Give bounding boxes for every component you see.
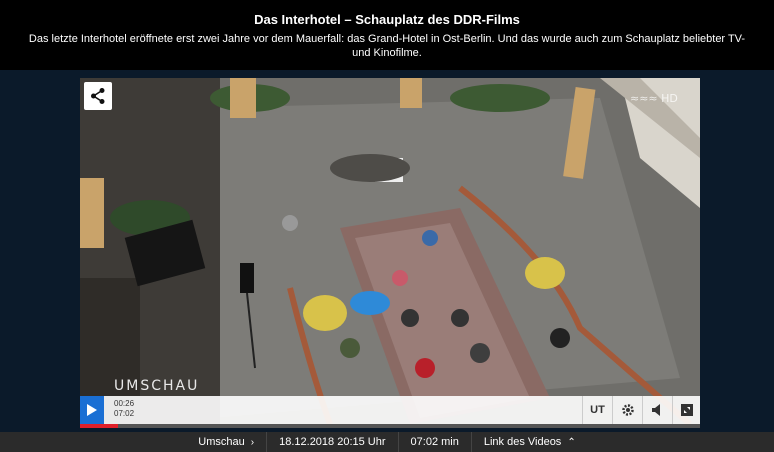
logo-mark: ≈≈≈ (630, 92, 662, 105)
video-link-label: Link des Videos (483, 436, 562, 448)
gear-icon (621, 404, 634, 416)
settings-button[interactable] (612, 396, 642, 424)
broadcast-date: 18.12.2018 20:15 Uhr (266, 432, 397, 452)
program-name: Umschau (198, 436, 245, 448)
chevron-right-icon: › (250, 437, 255, 448)
progress-bar[interactable] (80, 424, 700, 428)
video-description: Das letzte Interhotel eröffnete erst zwe… (28, 33, 746, 59)
video-link-toggle[interactable]: Link des Videos ⌃ (470, 432, 588, 452)
video-title: Das Interhotel – Schauplatz des DDR-Film… (254, 12, 520, 27)
volume-icon (651, 404, 660, 416)
program-link[interactable]: Umschau › (186, 432, 266, 452)
player-controls: 00:26 07:02 UT (80, 396, 700, 424)
fullscreen-button[interactable] (672, 396, 700, 424)
subtitle-label: UT (590, 404, 605, 416)
progress-fill (80, 424, 119, 428)
duration: 07:02 (114, 409, 135, 418)
volume-button[interactable] (642, 396, 672, 424)
hd-badge: HD (661, 92, 678, 105)
video-header: Das Interhotel – Schauplatz des DDR-Film… (0, 0, 774, 70)
time-display: 00:26 07:02 (114, 399, 134, 419)
current-time: 00:26 (114, 399, 135, 408)
video-length: 07:02 min (397, 432, 471, 452)
fullscreen-icon (680, 404, 693, 416)
hotel-lobby-scene (80, 78, 700, 424)
program-watermark: UMSCHAU (114, 378, 200, 394)
share-icon (91, 88, 105, 104)
subtitle-button[interactable]: UT (582, 396, 612, 424)
chevron-up-icon: ⌃ (567, 437, 576, 448)
play-button[interactable] (80, 396, 104, 424)
play-icon (87, 404, 97, 416)
video-frame[interactable] (80, 78, 700, 424)
channel-logo: ≈≈≈ HD (630, 92, 678, 105)
video-info-bar: Umschau › 18.12.2018 20:15 Uhr 07:02 min … (0, 432, 774, 452)
share-button[interactable] (84, 82, 112, 110)
